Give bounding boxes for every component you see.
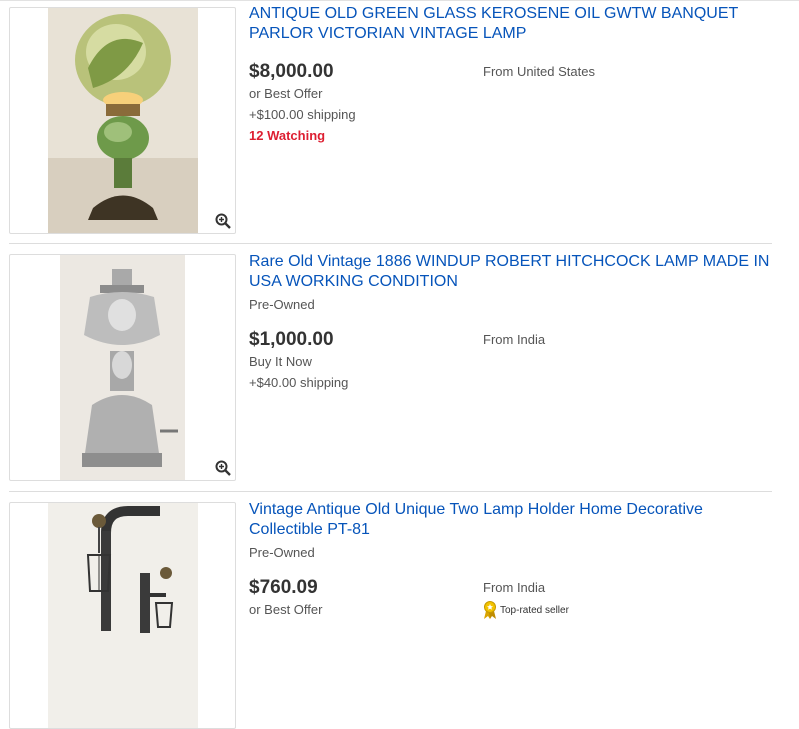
listing-image[interactable] — [9, 254, 236, 481]
double-lamp-photo — [48, 503, 198, 728]
listing-format: or Best Offer — [249, 86, 323, 101]
top-divider — [0, 0, 799, 1]
listing-image[interactable] — [9, 7, 236, 234]
listing-location: From United States — [483, 64, 595, 79]
top-rated-seller-badge[interactable]: Top-rated seller — [483, 601, 569, 619]
green-lamp-photo — [48, 8, 198, 233]
listing-shipping: +$100.00 shipping — [249, 107, 356, 122]
zoom-in-icon[interactable] — [214, 459, 232, 477]
listing-location: From India — [483, 580, 546, 595]
listing-title-link[interactable]: Rare Old Vintage 1886 WINDUP ROBERT HITC… — [249, 252, 779, 292]
silver-lamp-photo — [60, 255, 185, 480]
listing-condition: Pre-Owned — [249, 545, 315, 560]
listing-price: $1,000.00 — [249, 329, 334, 350]
listing-title-link[interactable]: Vintage Antique Old Unique Two Lamp Hold… — [249, 500, 779, 540]
listing-title-link[interactable]: ANTIQUE OLD GREEN GLASS KEROSENE OIL GWT… — [249, 4, 779, 44]
zoom-in-icon[interactable] — [214, 212, 232, 230]
listing-format: Buy It Now — [249, 354, 312, 369]
top-rated-seller-label: Top-rated seller — [500, 604, 569, 616]
top-rated-seller-icon — [484, 601, 496, 619]
listing-divider — [9, 491, 772, 492]
listing-price: $760.09 — [249, 577, 318, 598]
listing-divider — [9, 243, 772, 244]
listing-location: From India — [483, 332, 546, 347]
listing-price: $8,000.00 — [249, 61, 334, 82]
listing-image[interactable] — [9, 502, 236, 729]
listing-condition: Pre-Owned — [249, 297, 315, 312]
watching-count: 12 Watching — [249, 128, 326, 143]
listing-format: or Best Offer — [249, 602, 323, 617]
listing-shipping: +$40.00 shipping — [249, 375, 349, 390]
